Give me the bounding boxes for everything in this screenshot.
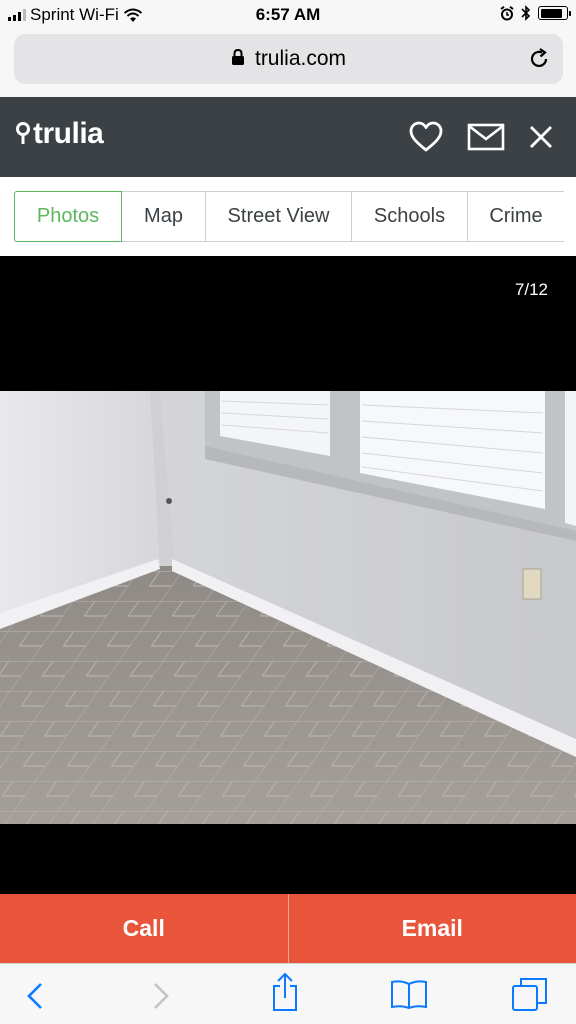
battery-fill bbox=[540, 8, 562, 18]
status-right bbox=[500, 5, 571, 21]
share-icon[interactable] bbox=[270, 972, 300, 1012]
detail-tabs: Photos Map Street View Schools Crime bbox=[14, 191, 564, 242]
close-icon[interactable] bbox=[529, 125, 553, 149]
browser-url-area: trulia.com bbox=[0, 30, 576, 97]
photo-counter: 7/12 bbox=[514, 280, 548, 299]
heart-icon[interactable] bbox=[408, 121, 444, 153]
status-bar: Sprint Wi-Fi 6:57 AM bbox=[0, 0, 576, 30]
battery-icon bbox=[538, 6, 571, 20]
photo-gallery[interactable]: 7/12 bbox=[0, 256, 576, 893]
address-bar[interactable]: trulia.com bbox=[14, 34, 563, 84]
tabs-icon[interactable] bbox=[511, 976, 549, 1012]
back-icon[interactable] bbox=[26, 982, 44, 1010]
alarm-icon bbox=[500, 5, 514, 20]
trulia-logo[interactable]: trulia bbox=[16, 117, 104, 151]
status-time: 6:57 AM bbox=[255, 5, 321, 24]
room-photo-image bbox=[0, 391, 576, 824]
screen: Sprint Wi-Fi 6:57 AM trulia.com trulia P… bbox=[0, 0, 576, 1024]
detail-tabs-area: Photos Map Street View Schools Crime bbox=[0, 177, 576, 256]
logo-text: trulia bbox=[33, 117, 104, 150]
reload-icon[interactable] bbox=[527, 47, 551, 71]
url-display[interactable]: trulia.com bbox=[14, 47, 563, 71]
contact-actions: Call Email bbox=[0, 894, 576, 963]
url-text: trulia.com bbox=[254, 47, 347, 70]
call-button[interactable]: Call bbox=[0, 894, 288, 963]
site-header: trulia bbox=[0, 97, 576, 177]
bookmarks-icon[interactable] bbox=[390, 978, 428, 1010]
tab-photos[interactable]: Photos bbox=[14, 191, 122, 242]
mail-icon[interactable] bbox=[467, 123, 505, 151]
forward-icon[interactable] bbox=[152, 982, 170, 1010]
bluetooth-icon bbox=[521, 5, 531, 21]
tab-schools[interactable]: Schools bbox=[352, 191, 468, 242]
listing-photo[interactable] bbox=[0, 391, 576, 824]
tab-crime[interactable]: Crime bbox=[468, 191, 564, 242]
email-button[interactable]: Email bbox=[287, 894, 576, 963]
lock-icon bbox=[231, 48, 244, 65]
tab-map[interactable]: Map bbox=[122, 191, 206, 242]
tab-street-view[interactable]: Street View bbox=[206, 191, 352, 242]
browser-toolbar bbox=[0, 963, 576, 1024]
location-pin-icon bbox=[16, 122, 30, 144]
